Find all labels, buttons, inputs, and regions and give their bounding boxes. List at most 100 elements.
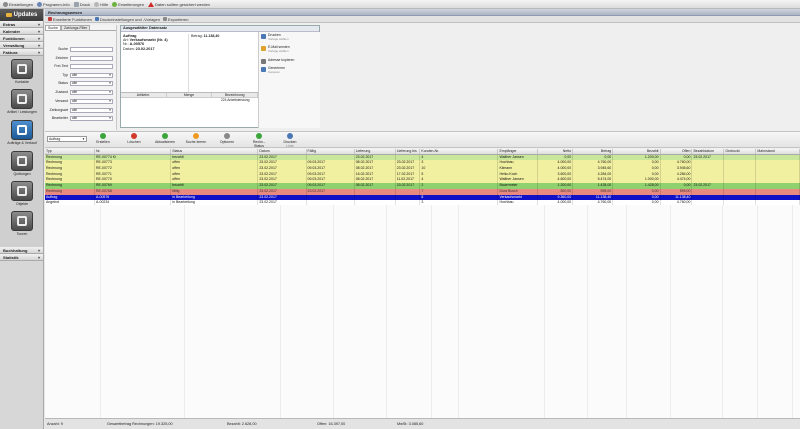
sidebar-bottom-section-0[interactable]: Buchhaltung ▾ — [0, 247, 43, 254]
generate-icon — [261, 67, 266, 72]
column-header[interactable]: Kunden-Nr. — [420, 149, 499, 154]
tab-suche[interactable]: Suche — [45, 25, 61, 30]
sidebar-tile-4[interactable] — [11, 181, 33, 201]
action-button-5[interactable]: Rechn.-Status — [248, 133, 270, 148]
filter-row: Zeichen — [45, 55, 117, 61]
card-action-2[interactable]: Adresse kopieren — [261, 58, 319, 64]
tab-zahlungs-filter[interactable]: Zahlungs-Filter — [60, 25, 91, 30]
column-header[interactable]: Nr. — [95, 149, 172, 154]
tile-icon — [17, 64, 27, 74]
filter-suche-input[interactable] — [70, 46, 113, 52]
column-header[interactable]: Typ — [45, 149, 96, 154]
column-header[interactable]: Mahnstand — [756, 149, 800, 154]
subbar-item-label: Erweiterte Funktionen — [53, 16, 92, 22]
sidebar-bottom-section-1[interactable]: Statistik ▾ — [0, 254, 43, 261]
subbar-item-label: Exportieren — [167, 16, 189, 22]
chevron-down-icon: ▼ — [108, 80, 112, 85]
type-select[interactable]: Auftrag ▼ — [47, 136, 87, 142]
card-item-row[interactable]: 224 Arbeitsleistung — [121, 98, 258, 103]
sidebar-section-label: Funktionen — [3, 35, 25, 41]
action-button-0[interactable]: Erstellen — [92, 133, 114, 144]
column-guide — [100, 205, 101, 418]
filter-zahlungsart-input[interactable]: alle ▼ — [70, 107, 113, 113]
filter-value: alle — [72, 107, 78, 112]
filter-status-input[interactable]: alle ▼ — [70, 80, 113, 86]
tile-icon — [17, 156, 27, 166]
filter-versand-input[interactable]: alle ▼ — [70, 98, 113, 104]
topbar-item-1[interactable]: Programm-Info — [37, 1, 70, 7]
datum-label: Datum: — [123, 46, 135, 51]
action-button-2[interactable]: Aktualisieren — [154, 133, 176, 144]
topbar-item-5[interactable]: Daten sollten gesichert werden — [147, 1, 210, 7]
filter-label: Zahlungsart — [49, 108, 68, 112]
sidebar-tile-5[interactable] — [11, 211, 33, 231]
card-action-1[interactable]: E-Mail senden Vorlage wählen — [261, 45, 319, 54]
filter-zustand-input[interactable]: alle ▼ — [70, 89, 113, 95]
topbar-item-label: Hilfe — [100, 1, 109, 7]
column-header[interactable]: Empfänger — [498, 149, 538, 154]
column-header[interactable]: Bezahldatum — [692, 149, 725, 154]
sidebar-tile-2[interactable] — [11, 120, 33, 140]
column-header[interactable]: Status — [171, 149, 259, 154]
filter-row: Zahlungsart alle ▼ — [45, 107, 117, 113]
filter-label: Zustand — [55, 90, 68, 94]
col-menge: Menge — [167, 93, 213, 97]
sidebar-section-2[interactable]: Funktionen ▾ — [0, 35, 43, 42]
status-bar: Anzahl: 9 Gesamtbetrag Rechnungen: 19.32… — [45, 418, 800, 429]
column-header[interactable]: Datum — [258, 149, 307, 154]
records-table: Typ Nr. Status Datum Fällig Lieferung Lieferun… — [45, 149, 800, 206]
column-header[interactable]: Lieferung bis — [396, 149, 421, 154]
chevron-icon: ▾ — [37, 35, 40, 41]
action-button-label: Löschen — [127, 140, 141, 144]
card-action-3[interactable]: Generieren Kopieren — [261, 66, 319, 75]
chevron-icon: ▾ — [37, 21, 40, 27]
column-header[interactable]: Lieferung — [355, 149, 396, 154]
action-button-label: Suche leeren — [185, 140, 207, 144]
sidebar-tile-1[interactable] — [11, 89, 33, 109]
sidebar-tile-0[interactable] — [11, 59, 33, 79]
filter-frei-text-input[interactable] — [70, 63, 113, 69]
sidebar-tile-label: Artikel / Leistungen — [7, 110, 37, 114]
updates-button[interactable]: Updates — [0, 9, 43, 21]
column-guide — [626, 205, 627, 418]
topbar-item-label: Erweiterungen — [118, 1, 144, 7]
tile-icon — [17, 216, 27, 226]
action-button-6[interactable]: Drucken Liste — [279, 133, 301, 148]
betrag-value: 11.138,40 — [203, 34, 220, 38]
card-action-0[interactable]: Drucken Vorlage wählen — [261, 33, 319, 42]
column-header[interactable]: Fällig — [307, 149, 355, 154]
column-header[interactable]: Gedruckt — [724, 149, 757, 154]
chevron-down-icon: ▼ — [82, 137, 85, 141]
subbar-item-2[interactable]: Exportieren — [162, 16, 189, 22]
filter-typ-input[interactable]: alle ▼ — [70, 72, 113, 78]
filter-bearbeiter-input[interactable]: alle ▼ — [70, 115, 113, 121]
subbar-item-0[interactable]: Erweiterte Funktionen — [48, 17, 92, 22]
sidebar-section-3[interactable]: Verwaltung ▾ — [0, 42, 43, 49]
topbar-item-label: Programm-Info — [43, 1, 70, 7]
sidebar-tile-label: Objekte — [15, 202, 29, 206]
betrag-label: Betrag: — [191, 34, 203, 38]
sidebar-tile-3[interactable] — [11, 151, 33, 171]
action-button-3[interactable]: Suche leeren — [185, 133, 207, 144]
cell-artikelnr — [121, 98, 167, 103]
column-header[interactable]: Bezahlt — [613, 149, 661, 154]
action-button-1[interactable]: Löschen — [123, 133, 145, 144]
topbar-item-3[interactable]: Hilfe — [94, 1, 109, 7]
filter-zeichen-input[interactable] — [70, 55, 113, 61]
action-button-4[interactable]: Optionen — [216, 133, 238, 144]
filter-row: Status alle ▼ — [45, 80, 117, 86]
column-guide — [184, 205, 185, 418]
column-header[interactable]: Netto — [538, 149, 574, 154]
column-header[interactable]: Offen — [661, 149, 693, 154]
topbar-item-4[interactable]: Erweiterungen — [112, 1, 144, 7]
sidebar-section-1[interactable]: Kalender ▾ — [0, 28, 43, 35]
chevron-icon: ▾ — [37, 42, 40, 48]
filter-value: alle — [72, 115, 78, 120]
column-header[interactable]: Betrag — [573, 149, 614, 154]
topbar-item-2[interactable]: Druck — [73, 1, 90, 7]
sidebar-section-0[interactable]: Extras ▾ — [0, 21, 43, 28]
subbar-item-1[interactable]: Druckeinstellungen und -Vorlagen — [94, 17, 160, 22]
sidebar-section-4[interactable]: Faktura ▾ — [0, 49, 43, 56]
filter-label: Status — [58, 81, 68, 85]
topbar-item-0[interactable]: Einstellungen — [3, 1, 33, 7]
